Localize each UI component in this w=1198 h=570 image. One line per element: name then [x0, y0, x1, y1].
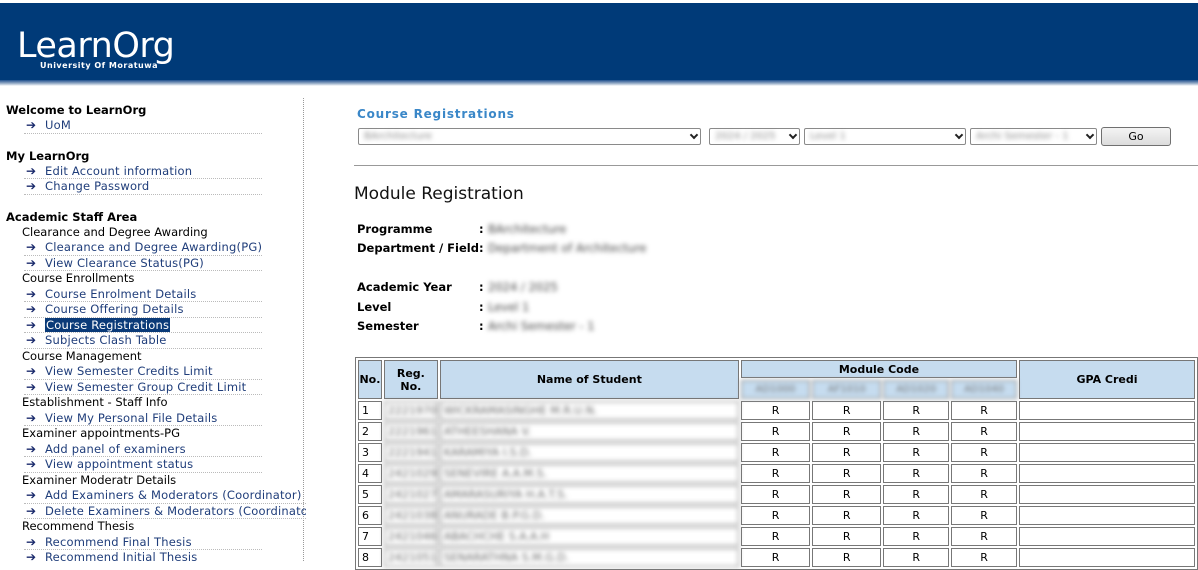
table-row: 6 2421038 ANURADE B.P.G.D. R R R R: [358, 506, 1195, 525]
sidebar-link-group-credit-limit[interactable]: ➔ View Semester Group Credit Limit: [24, 379, 262, 395]
arrow-right-icon: ➔: [26, 286, 37, 301]
header-gpa-credit: GPA Credi: [1019, 360, 1195, 399]
sidebar-link-edit-account[interactable]: ➔ Edit Account information: [24, 163, 262, 179]
sidebar-link-delete-examiners[interactable]: ➔ Delete Examiners & Moderators (Coordina…: [24, 503, 306, 519]
arrow-right-icon: ➔: [26, 410, 37, 425]
section-my-learnorg: My LearnOrg: [6, 148, 90, 163]
section-welcome: Welcome to LearnOrg: [6, 103, 147, 117]
sidebar-link-add-examiners[interactable]: ➔ Add Examiners & Moderators (Coordinator…: [24, 488, 306, 504]
section-academic-staff: Academic Staff Area: [6, 209, 138, 224]
programme-select[interactable]: BArchitecture: [358, 128, 701, 145]
arrow-right-icon: ➔: [26, 534, 37, 549]
semester-select[interactable]: Archi Semester - 1: [970, 128, 1097, 145]
sidebar-link-offering-details[interactable]: ➔ Course Offering Details: [24, 302, 262, 318]
header-student-name: Name of Student: [439, 360, 739, 399]
sidebar-link-clearance-pg[interactable]: ➔ Clearance and Degree Awarding(PG): [24, 240, 262, 256]
category-clearance: Clearance and Degree Awarding: [22, 224, 208, 239]
sidebar-link-appointment-status[interactable]: ➔ View appointment status: [24, 457, 262, 473]
category-course-enrollments: Course Enrollments: [22, 271, 135, 285]
go-button[interactable]: Go: [1101, 127, 1171, 146]
year-select[interactable]: 2024 / 2025: [709, 128, 800, 145]
page-title: Course Registrations: [357, 107, 515, 121]
logo-text: LearnOrg: [17, 26, 175, 66]
header-no: No.: [358, 360, 382, 399]
sidebar-link-uom[interactable]: ➔ UoM: [24, 118, 262, 134]
sidebar-link-clash-table[interactable]: ➔ Subjects Clash Table: [24, 333, 262, 349]
module-code-3: AD1020: [883, 380, 950, 399]
arrow-right-icon: ➔: [26, 457, 37, 471]
table-row: 3 2221941 KARAMIYA I.S.D. R R R R: [358, 443, 1195, 462]
learnorg-logo[interactable]: LearnOrg University Of Moratuwa: [17, 26, 175, 70]
header-banner: LearnOrg University Of Moratuwa: [0, 0, 1198, 86]
arrow-right-icon: ➔: [26, 441, 37, 456]
table-row: 7 2421046 ABACHCHE S.A.A.H R R R R: [358, 527, 1195, 546]
sidebar-link-initial-thesis[interactable]: ➔ Recommend Initial Thesis: [24, 550, 262, 561]
chevron-down-icon: [954, 130, 964, 140]
arrow-right-icon: ➔: [26, 163, 37, 178]
sidebar-link-add-panel[interactable]: ➔ Add panel of examiners: [24, 441, 262, 457]
module-registration-heading: Module Registration: [354, 184, 524, 204]
arrow-right-icon: ➔: [26, 503, 37, 518]
arrow-right-icon: ➔: [26, 333, 37, 347]
header-module-code: Module Code: [740, 360, 1018, 378]
sidebar-link-course-registrations[interactable]: ➔ Course Registrations: [24, 317, 262, 333]
category-examiner-moderatr: Examiner Moderatr Details: [22, 472, 177, 487]
table-row: 2 2221961 ATHEESHANA V. R R R R: [358, 422, 1195, 441]
arrow-right-icon: ➔: [26, 550, 37, 561]
module-code-2: AF1010: [812, 380, 882, 399]
table-row: 8 2421051 SENARATHNA S.M.G.D. R R R R: [358, 548, 1195, 567]
sidebar-link-clearance-status[interactable]: ➔ View Clearance Status(PG): [24, 255, 262, 271]
sidebar-link-change-password[interactable]: ➔ Change Password: [24, 179, 262, 195]
chevron-down-icon: [689, 130, 699, 140]
sidebar-link-credits-limit[interactable]: ➔ View Semester Credits Limit: [24, 364, 262, 380]
arrow-right-icon: ➔: [26, 118, 37, 132]
arrow-right-icon: ➔: [26, 179, 37, 193]
table-row: 5 2421027 AMARASURIYA H.A.T.S. R R R R: [358, 485, 1195, 504]
module-code-1: AD1000: [740, 380, 811, 399]
arrow-right-icon: ➔: [26, 302, 37, 316]
logo-subtitle: University Of Moratuwa: [40, 61, 159, 70]
module-code-4: AD1040: [951, 380, 1018, 399]
category-course-management: Course Management: [22, 348, 142, 363]
table-row: 4 2421029 SENEVIRE A.A.M.S. R R R R: [358, 464, 1195, 483]
chevron-down-icon: [1085, 130, 1095, 140]
category-examiner-appointments: Examiner appointments-PG: [22, 426, 181, 440]
chevron-down-icon: [788, 130, 798, 140]
header-reg-no: Reg. No.: [383, 360, 438, 399]
arrow-right-icon: ➔: [26, 317, 37, 332]
arrow-right-icon: ➔: [26, 379, 37, 394]
divider: [354, 165, 1198, 166]
arrow-right-icon: ➔: [26, 364, 37, 378]
sidebar: Welcome to LearnOrg ➔ UoM My LearnOrg ➔ Ed…: [6, 102, 306, 561]
sidebar-link-final-thesis[interactable]: ➔ Recommend Final Thesis: [24, 534, 262, 550]
category-recommend-thesis: Recommend Thesis: [22, 519, 135, 533]
arrow-right-icon: ➔: [26, 255, 37, 270]
arrow-right-icon: ➔: [26, 488, 37, 502]
level-select[interactable]: Level 1: [804, 128, 966, 145]
arrow-right-icon: ➔: [26, 240, 37, 254]
sidebar-link-enrolment-details[interactable]: ➔ Course Enrolment Details: [24, 286, 262, 302]
table-row: 1 2221970 WICKRAMASINGHE M.R.U.N. R R R …: [358, 401, 1195, 420]
category-establishment: Establishment - Staff Info: [22, 395, 168, 409]
sidebar-link-personal-file[interactable]: ➔ View My Personal File Details: [24, 410, 262, 426]
module-registration-table: No. Reg. No. Name of Student Module Code…: [355, 357, 1198, 570]
